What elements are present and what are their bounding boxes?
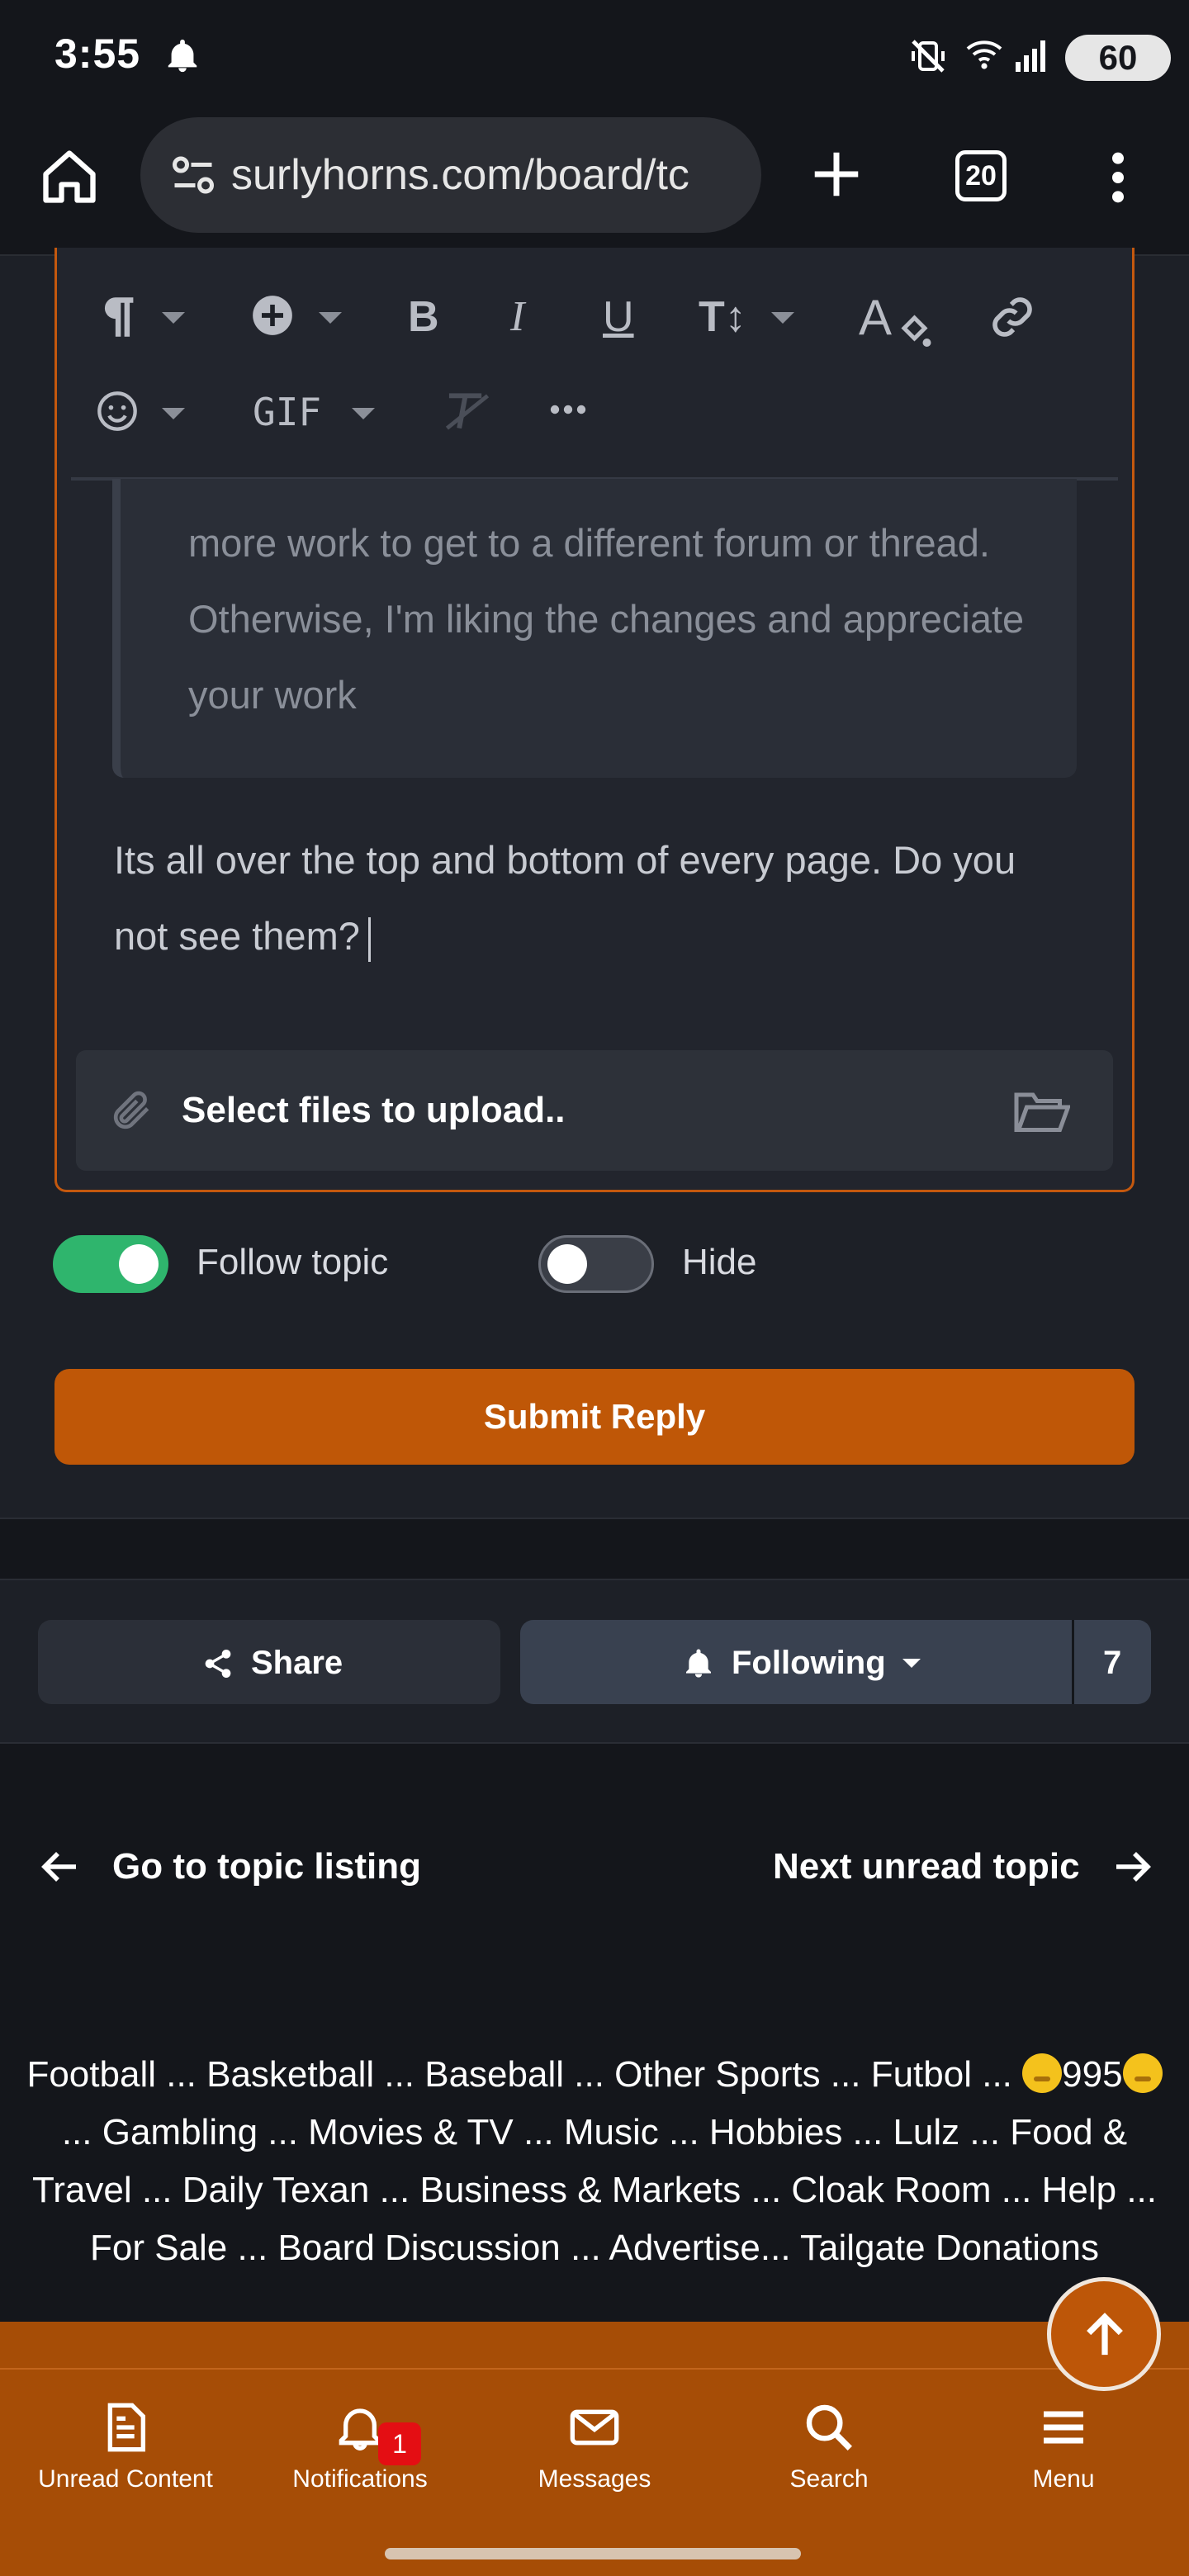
svg-text:A: A [859,291,892,345]
folder-open-icon[interactable] [1012,1088,1070,1134]
new-tab-icon[interactable] [808,145,865,203]
arrow-left-icon [40,1849,79,1885]
bottom-navigation: Unread Content Notifications 1 Messages … [0,2368,1189,2576]
nav-label: Unread Content [38,2465,213,2493]
upload-label: Select files to upload.. [182,1090,566,1130]
url-text: surlyhorns.com/board/tc [231,151,689,199]
vibrate-mute-icon [908,36,948,76]
gif-button[interactable]: GIF [253,390,321,434]
shushing-face-emoji-icon [1022,2053,1063,2093]
footer-forum-links[interactable]: Football ... Basketball ... Baseball ...… [0,2046,1189,2277]
next-unread-topic-link[interactable]: Next unread topic [773,1846,1153,1887]
home-icon[interactable] [36,145,102,208]
signal-icon [1014,36,1050,74]
site-settings-icon[interactable] [168,150,218,200]
italic-icon[interactable]: I [510,292,524,341]
nav-messages[interactable]: Messages [487,2401,702,2493]
follow-topic-toggle[interactable] [53,1235,168,1293]
battery-indicator: 60 [1065,35,1171,81]
nav-notifications[interactable]: Notifications 1 [253,2401,467,2493]
insert-icon[interactable] [251,294,294,337]
nav-label: Search [789,2465,869,2493]
nav-unread-content[interactable]: Unread Content [18,2401,233,2493]
arrow-up-icon [1082,2311,1127,2359]
following-button[interactable]: Following 7 [520,1620,1151,1704]
tab-switcher-button[interactable]: 20 [955,150,1007,201]
share-label: Share [251,1645,343,1681]
nav-label: Notifications [292,2465,428,2493]
more-tools-icon[interactable] [550,401,586,418]
footer-links-line-4[interactable]: For Sale ... Board Discussion ... Advert… [0,2219,1189,2277]
link-icon[interactable] [988,294,1037,340]
menu-icon [1037,2401,1090,2454]
clear-formatting-icon[interactable] [441,390,494,434]
following-label: Following [732,1645,886,1681]
footer-links-line-2[interactable]: ... Gambling ... Movies & TV ... Music .… [0,2104,1189,2162]
hide-label: Hide [682,1242,757,1282]
status-time: 3:55 [54,31,141,77]
text-size-dropdown-icon[interactable] [771,312,794,324]
nav-label: Menu [1032,2465,1095,2493]
next-unread-topic-label: Next unread topic [773,1846,1080,1887]
nav-search[interactable]: Search [722,2401,936,2493]
text-cursor [367,916,371,962]
back-to-top-button[interactable] [1047,2277,1161,2391]
bell-icon [682,1646,715,1681]
bold-icon[interactable]: B [408,292,439,342]
insert-dropdown-icon[interactable] [319,312,342,324]
toggle-knob [119,1244,159,1284]
nav-menu[interactable]: Menu [956,2401,1171,2493]
text-color-icon[interactable]: A [859,291,933,353]
follow-divider [1072,1620,1074,1704]
emoji-icon[interactable] [96,390,139,433]
footer-link-995[interactable]: 995 [1062,2054,1122,2095]
emoji-dropdown-icon[interactable] [162,408,185,419]
underline-icon[interactable]: U [603,292,634,342]
gesture-home-indicator[interactable] [385,2548,801,2559]
wifi-icon [963,35,1006,74]
paragraph-icon[interactable] [99,294,135,340]
more-options-icon[interactable] [1103,149,1133,206]
followers-count: 7 [1103,1645,1122,1681]
footer-links-text[interactable]: Football ... Basketball ... Baseball ...… [26,2054,1022,2095]
paperclip-icon [109,1087,155,1134]
document-icon [99,2401,152,2454]
toggle-knob [547,1244,587,1284]
share-button[interactable]: Share [38,1620,500,1704]
follow-topic-label: Follow topic [197,1242,389,1282]
paragraph-dropdown-icon[interactable] [162,312,185,324]
go-to-topic-listing-label: Go to topic listing [112,1846,421,1887]
notification-badge: 1 [378,2422,421,2465]
hide-toggle[interactable] [538,1235,654,1293]
footer-links-line-1[interactable]: Football ... Basketball ... Baseball ...… [0,2046,1189,2104]
alarm-bell-icon [163,36,201,76]
following-dropdown-icon [902,1659,921,1668]
arrow-right-icon [1113,1849,1153,1885]
quoted-text: more work to get to a different forum or… [188,521,1025,717]
reply-text-content: Its all over the top and bottom of every… [114,838,1016,958]
reply-text[interactable]: Its all over the top and bottom of every… [114,822,1063,974]
submit-reply-button[interactable]: Submit Reply [54,1369,1135,1465]
envelope-icon [568,2401,621,2454]
text-size-icon[interactable]: T↕ [699,292,746,342]
file-upload-area[interactable]: Select files to upload.. [76,1050,1113,1171]
shushing-face-emoji-icon [1122,2053,1163,2093]
search-icon [803,2401,855,2454]
nav-label: Messages [538,2465,651,2493]
address-bar[interactable]: surlyhorns.com/board/tc [140,117,761,233]
quoted-post: more work to get to a different forum or… [112,479,1077,778]
share-icon [201,1647,234,1680]
footer-links-line-3[interactable]: Travel ... Daily Texan ... Business & Ma… [0,2162,1189,2219]
go-to-topic-listing-link[interactable]: Go to topic listing [40,1846,421,1887]
gif-dropdown-icon[interactable] [352,408,375,419]
